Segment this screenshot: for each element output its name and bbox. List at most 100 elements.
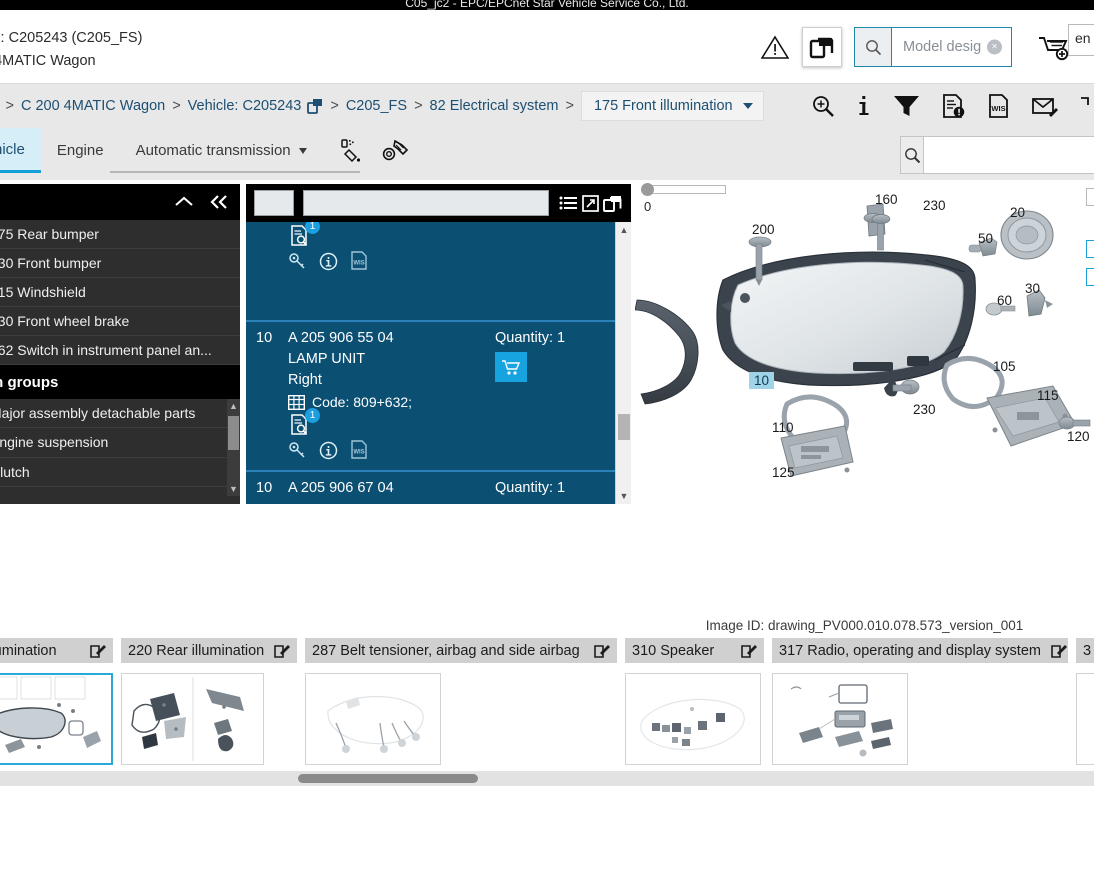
wis-document-icon[interactable]: WIS [350,440,369,460]
duplicate-window-icon[interactable] [603,194,623,213]
scroll-down-icon[interactable]: ▼ [229,484,238,494]
thumbnail-label[interactable]: 317 Radio, operating and display system [772,638,1068,663]
warning-triangle-icon[interactable] [758,30,792,64]
filter-icon[interactable] [893,94,920,118]
thumbnail-label[interactable]: 3 [1076,638,1094,663]
scroll-up-icon[interactable]: ▲ [616,222,631,238]
diagram-callout-230-top[interactable]: 230 [923,198,946,213]
diagram-callout-230-bottom[interactable]: 230 [913,402,936,417]
table-row[interactable]: 10 A 205 906 55 04 LAMP UNIT Right Code:… [246,322,615,472]
document-search-icon[interactable]: 1 [290,408,320,436]
clear-icon[interactable]: × [987,39,1002,55]
part-number[interactable]: A 205 906 55 04 [288,330,495,346]
diagram-callout-105[interactable]: 105 [993,359,1016,374]
sidebar-item-switch-instrument-panel[interactable]: 062 Switch in instrument panel an... [0,336,240,365]
diagram-callout-50[interactable]: 50 [978,231,993,246]
key-search-icon[interactable] [288,441,307,460]
sidebar-item-rear-bumper[interactable]: 075 Rear bumper [0,220,240,249]
sidebar-group-item-major-assembly[interactable]: Major assembly detachable parts [0,399,240,429]
parts-search-box[interactable] [900,136,1094,174]
model-designation-search[interactable]: Model desig × [854,27,1012,67]
duplicate-window-button[interactable] [802,27,842,67]
parts-search-input[interactable] [924,147,1094,163]
thumbnail-label[interactable]: ront illumination [0,638,113,663]
thumbnail-image[interactable] [0,673,113,765]
parts-list-scrollbar[interactable]: ▲ ▼ [615,222,631,504]
edit-icon[interactable] [90,643,106,659]
duplicate-icon[interactable] [307,98,323,114]
breadcrumb-item-4[interactable]: 82 Electrical system [430,98,559,114]
diagram-callout-110[interactable]: 110 [772,420,794,435]
paint-spray-icon[interactable] [339,138,364,164]
thumbnail-label[interactable]: 287 Belt tensioner, airbag and side airb… [305,638,617,663]
code-grid-icon[interactable] [288,394,305,410]
breadcrumb-item-2[interactable]: Vehicle: C205243 [188,98,302,114]
sidebar-item-front-bumper[interactable]: 030 Front bumper [0,249,240,278]
sidebar-group-item-engine-suspension[interactable]: Engine suspension [0,428,240,458]
sidebar-scrollbar[interactable]: ▲ ▼ [227,399,240,496]
thumbnail-rear-illumination[interactable]: 220 Rear illumination [121,638,297,765]
info-circle-icon[interactable] [319,441,338,460]
scrollbar-thumb[interactable] [618,414,630,440]
scrollbar-thumb[interactable] [228,416,239,450]
tab-automatic-transmission[interactable]: Automatic transmission [120,128,323,173]
edit-icon[interactable] [274,643,291,659]
diagram-callout-200[interactable]: 200 [752,222,775,237]
thumbnail-image[interactable] [121,673,264,765]
breadcrumb-item-3[interactable]: C205_FS [346,98,407,114]
scrollbar-thumb[interactable] [298,774,478,783]
thumbnail-image[interactable] [772,673,908,765]
chevron-up-icon[interactable] [174,195,194,209]
diagram-callout-30[interactable]: 30 [1025,281,1040,296]
search-icon[interactable] [901,137,924,173]
wis-document-icon[interactable]: WIS [988,93,1010,119]
add-part-to-cart-button[interactable] [495,352,527,382]
diagram-callout-20[interactable]: 20 [1010,205,1025,220]
headlight-exploded-drawing[interactable] [635,180,1094,580]
search-icon[interactable] [855,28,892,66]
diagram-callout-160[interactable]: 160 [875,192,898,207]
edit-icon[interactable] [741,643,757,659]
thumbnail-image[interactable] [625,673,761,765]
document-search-icon[interactable]: 1 [290,222,320,247]
bolt-nut-icon[interactable] [382,138,409,164]
model-search-input[interactable]: Model desig × [892,39,1011,55]
thumbnail-next-partial[interactable]: 3 [1076,638,1094,765]
tab-engine[interactable]: Engine [41,128,120,173]
thumbnail-image[interactable] [1076,673,1094,765]
edit-icon[interactable] [594,643,610,659]
wis-document-icon[interactable]: WIS [350,251,369,271]
double-chevron-left-icon[interactable] [208,194,230,210]
edit-icon[interactable] [1051,643,1067,659]
language-selector[interactable]: en [1068,24,1094,56]
thumbnail-front-illumination[interactable]: ront illumination [0,638,113,765]
zoom-search-icon[interactable] [811,94,835,118]
scroll-down-icon[interactable]: ▼ [616,488,631,504]
exploded-part-diagram[interactable]: 160 230 20 200 50 30 60 105 115 120 10 2… [635,180,1094,580]
list-view-icon[interactable] [559,195,578,212]
diagram-callout-120[interactable]: 120 [1067,429,1090,444]
diagram-callout-60[interactable]: 60 [997,293,1012,308]
mail-edit-icon[interactable] [1032,95,1058,118]
parts-filter-input[interactable] [303,190,549,216]
thumbnail-label[interactable]: 220 Rear illumination [121,638,297,663]
document-alert-icon[interactable] [942,93,966,119]
sidebar-item-windshield[interactable]: 015 Windshield [0,278,240,307]
thumbnail-strip-scrollbar[interactable] [0,771,1094,786]
breadcrumb-dropdown-current[interactable]: 175 Front illumination [580,91,764,121]
scroll-up-icon[interactable]: ▲ [229,401,238,411]
info-circle-icon[interactable] [319,252,338,271]
part-number[interactable]: A 205 906 67 04 [288,480,495,496]
thumbnail-label[interactable]: 310 Speaker [625,638,764,663]
thumbnail-radio-operating-display[interactable]: 317 Radio, operating and display system [772,638,1068,765]
expand-icon[interactable] [582,194,599,212]
tab-vehicle[interactable]: hicle [0,128,41,173]
parts-filter-prefix-box[interactable] [254,190,294,216]
table-row[interactable]: 10 A 205 906 67 04 Quantity: 1 [246,472,615,504]
breadcrumb-item-1[interactable]: C 200 4MATIC Wagon [21,98,165,114]
diagram-callout-10-selected[interactable]: 10 [749,372,775,389]
thumbnail-speaker[interactable]: 310 Speaker [625,638,764,765]
diagram-callout-115[interactable]: 115 [1037,388,1059,403]
thumbnail-image[interactable] [305,673,441,765]
sidebar-group-item-clutch[interactable]: Clutch [0,458,240,487]
